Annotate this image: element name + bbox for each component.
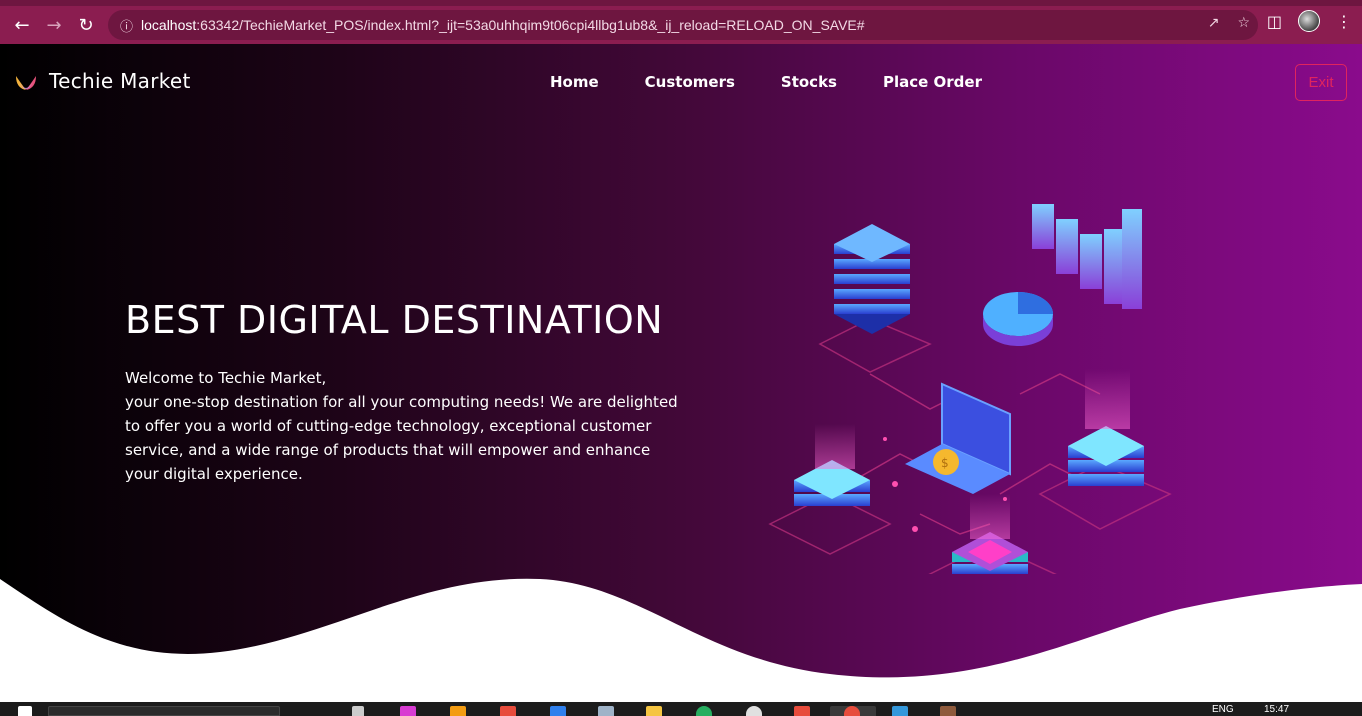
share-icon[interactable]: ↗ xyxy=(1208,15,1220,31)
taskview-icon[interactable] xyxy=(352,706,364,716)
app-icon[interactable] xyxy=(696,706,712,716)
hero-section: Techie Market Home Customers Stocks Plac… xyxy=(0,44,1362,702)
app-icon[interactable] xyxy=(400,706,416,716)
hero-welcome-line: Welcome to Techie Market, xyxy=(125,369,327,387)
taskbar-search-box[interactable] xyxy=(48,706,280,716)
nav-home[interactable]: Home xyxy=(550,73,599,91)
brand-name[interactable]: Techie Market xyxy=(49,69,191,93)
app-icon[interactable] xyxy=(940,706,956,716)
app-icon[interactable] xyxy=(500,706,516,716)
language-indicator[interactable]: ENG xyxy=(1212,704,1234,715)
profile-icon[interactable] xyxy=(1298,10,1320,32)
sidebar-icon[interactable]: ◫ xyxy=(1267,12,1282,31)
reload-icon[interactable]: ↻ xyxy=(70,9,102,41)
menu-icon[interactable]: ⋮ xyxy=(1336,12,1352,31)
exit-button[interactable]: Exit xyxy=(1295,64,1347,101)
nav-stocks[interactable]: Stocks xyxy=(781,73,837,91)
app-icon[interactable] xyxy=(746,706,762,716)
main-menu: Home Customers Stocks Place Order xyxy=(550,73,982,91)
tech-illustration: $ xyxy=(768,204,1172,574)
hero-description: Welcome to Techie Market, your one-stop … xyxy=(125,366,685,486)
back-icon[interactable]: ← xyxy=(6,9,38,41)
start-icon[interactable] xyxy=(18,706,32,716)
app-icon[interactable] xyxy=(598,706,614,716)
browser-toolbar: ← → ↻ ⓘ localhost:63342/TechieMarket_POS… xyxy=(0,0,1362,44)
wave-divider xyxy=(0,578,1362,702)
folder-icon[interactable] xyxy=(646,706,662,716)
app-icon[interactable] xyxy=(794,706,810,716)
logo-icon xyxy=(16,76,36,90)
tab-strip xyxy=(0,0,1362,6)
address-bar[interactable]: ⓘ localhost:63342/TechieMarket_POS/index… xyxy=(108,10,1258,40)
hero-title: BEST DIGITAL DESTINATION xyxy=(125,298,664,342)
star-icon[interactable]: ☆ xyxy=(1237,15,1250,31)
app-icon[interactable] xyxy=(892,706,908,716)
app-icon[interactable] xyxy=(450,706,466,716)
url-text: localhost:63342/TechieMarket_POS/index.h… xyxy=(141,17,865,33)
hero-body-text: your one-stop destination for all your c… xyxy=(125,393,678,483)
nav-place-order[interactable]: Place Order xyxy=(883,73,982,91)
forward-icon[interactable]: → xyxy=(38,9,70,41)
svg-text:$: $ xyxy=(941,456,949,470)
nav-customers[interactable]: Customers xyxy=(645,73,735,91)
site-navbar: Techie Market Home Customers Stocks Plac… xyxy=(0,44,1362,124)
info-icon[interactable]: ⓘ xyxy=(120,16,133,35)
chrome-icon[interactable] xyxy=(844,706,860,716)
vscode-icon[interactable] xyxy=(550,706,566,716)
clock[interactable]: 15:47 xyxy=(1264,704,1289,715)
